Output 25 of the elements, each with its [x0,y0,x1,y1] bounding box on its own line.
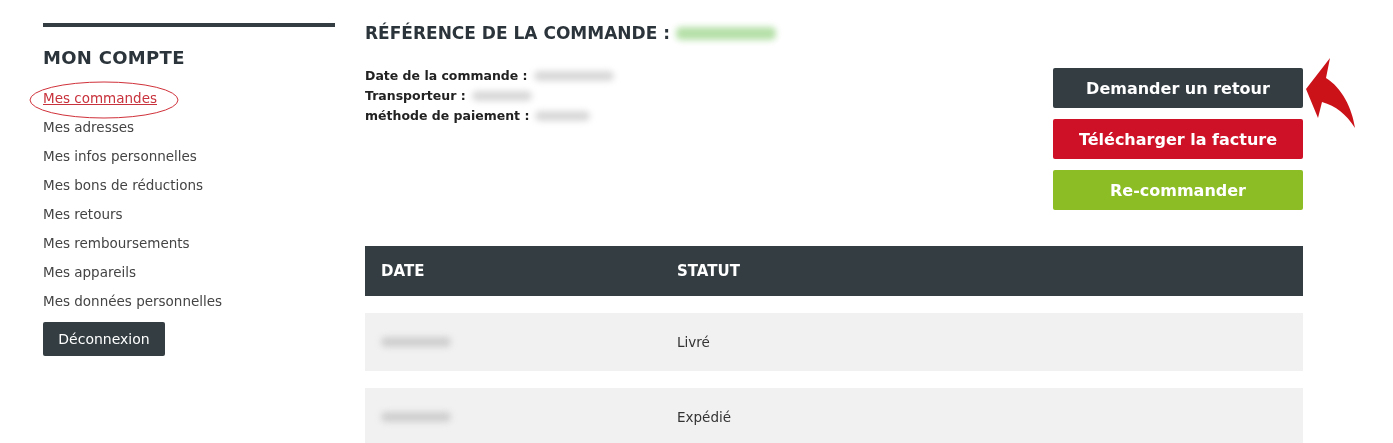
detail-label: Date de la commande : [365,69,528,83]
order-title: RÉFÉRENCE DE LA COMMANDE : [365,23,670,43]
detail-label: Transporteur : [365,89,466,103]
blurred-text [471,91,532,101]
sidebar-link[interactable]: Mes remboursements [43,235,190,264]
sidebar-link[interactable]: Mes infos personnelles [43,148,197,177]
sidebar-link[interactable]: Mes appareils [43,264,137,293]
blurred-text [381,412,451,422]
sidebar-link[interactable]: Mes retours [43,206,123,235]
sidebar-link[interactable]: Mes adresses [43,119,135,148]
logout-button[interactable]: Déconnexion [43,322,165,356]
table-cell: Livré [677,334,710,350]
annotation-arrow [1306,58,1355,128]
table-cell: Expédié [677,409,732,425]
sidebar-title: MON COMPTE [43,47,186,68]
action-button[interactable]: Demander un retour [1053,68,1303,108]
sidebar-link[interactable]: Mes commandes [43,90,157,119]
action-button[interactable]: Télécharger la facture [1053,119,1303,159]
sidebar-link[interactable]: Mes bons de réductions [43,177,204,206]
blurred-text [381,337,451,347]
blurred-text [535,111,591,121]
column-header: DATE [380,262,426,280]
column-header: STATUT [677,262,740,280]
sidebar-link[interactable]: Mes données personnelles [43,293,223,322]
detail-label: méthode de paiement : [365,109,530,123]
